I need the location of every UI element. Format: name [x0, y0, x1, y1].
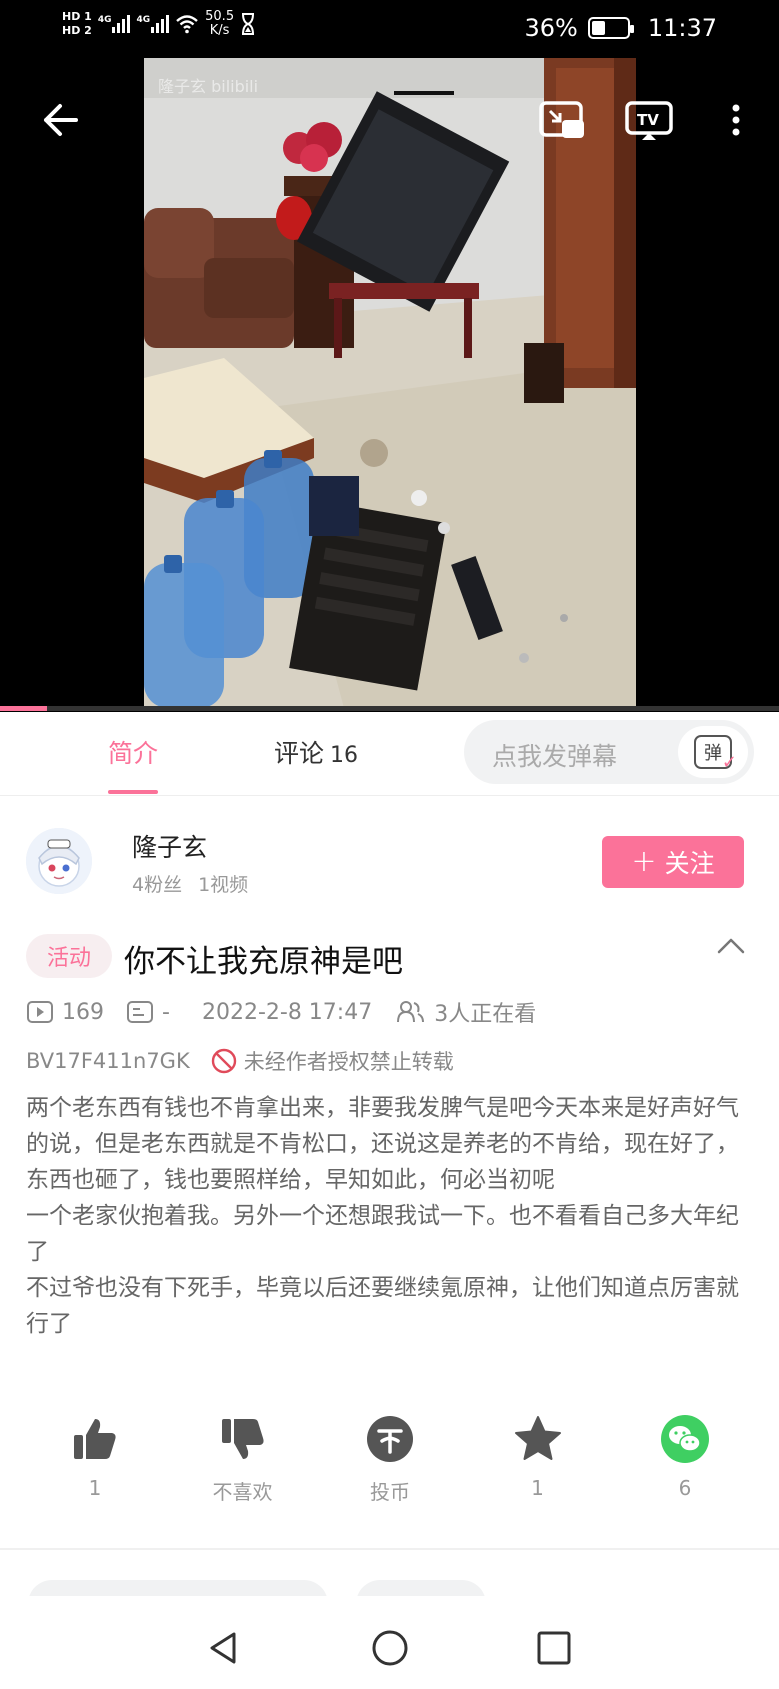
- danmaku-toggle-button[interactable]: 弹 ✓: [678, 726, 748, 778]
- nav-home-icon[interactable]: [370, 1628, 410, 1668]
- more-vertical-icon[interactable]: [718, 98, 754, 142]
- video-player[interactable]: HD 1 HD 2 4G 4G 50.5 K/s 36% 11:37 隆子玄 b…: [0, 0, 779, 712]
- uploader-fans: 4粉丝: [132, 874, 183, 896]
- sim1-hd-label: HD 1: [62, 10, 92, 23]
- copyright-text: 未经作者授权禁止转载: [243, 1050, 454, 1074]
- network-speed: 50.5 K/s: [205, 9, 235, 38]
- system-nav-bar: [0, 1606, 779, 1689]
- follow-button-label: 关注: [664, 849, 715, 878]
- watermark: 隆子玄 bilibili: [158, 77, 258, 96]
- signal-1-icon: 4G: [98, 15, 131, 33]
- signal-2-icon: 4G: [136, 15, 170, 33]
- star-icon: [514, 1416, 561, 1460]
- status-left: HD 1 HD 2 4G 4G 50.5 K/s: [62, 10, 256, 38]
- back-arrow-icon[interactable]: [38, 98, 82, 142]
- battery-percent: 36%: [524, 14, 578, 42]
- dislike-button[interactable]: 不喜欢: [188, 1412, 298, 1512]
- action-bar: 1 不喜欢 投币 1 6: [40, 1412, 740, 1512]
- favorite-count: 1: [531, 1476, 544, 1500]
- picture-in-picture-icon[interactable]: [538, 98, 586, 142]
- battery-icon: [587, 17, 634, 39]
- share-count: 6: [678, 1476, 692, 1500]
- plus-icon: +: [631, 844, 657, 879]
- video-description: 两个老东西有钱也不肯拿出来，非要我发脾气是吧今天本来是好声好气的说，但是老东西就…: [26, 1090, 760, 1342]
- wechat-icon: [661, 1415, 709, 1463]
- nav-back-icon[interactable]: [204, 1628, 244, 1668]
- chevron-up-icon[interactable]: [716, 934, 746, 958]
- follow-button[interactable]: + 关注: [602, 836, 744, 888]
- video-frame[interactable]: 隆子玄 bilibili: [144, 58, 636, 708]
- tv-cast-icon[interactable]: TV: [624, 98, 674, 142]
- sim2-hd-label: HD 2: [62, 24, 92, 37]
- uploader-stats: 4粉丝 1视频: [132, 870, 248, 897]
- tab-comments-label: 评论: [274, 739, 325, 768]
- clock: 11:37: [647, 14, 717, 42]
- favorite-button[interactable]: 1: [483, 1412, 593, 1512]
- divider: [0, 1548, 779, 1550]
- coin-icon: [367, 1416, 413, 1462]
- video-progress-bar[interactable]: [0, 706, 779, 711]
- thumbs-down-icon: [221, 1419, 264, 1459]
- status-right: 36% 11:37: [524, 14, 717, 42]
- hourglass-icon: [242, 13, 255, 35]
- prohibited-icon: [211, 1048, 236, 1074]
- bvid[interactable]: BV17F411n7GK: [26, 1049, 190, 1073]
- dislike-label: 不喜欢: [212, 1480, 273, 1504]
- video-still-image: 隆子玄 bilibili: [144, 58, 636, 708]
- description-paragraph-1: 两个老东西有钱也不肯拿出来，非要我发脾气是吧今天本来是好声好气的说，但是老东西就…: [26, 1095, 739, 1193]
- play-count-icon: [27, 1001, 53, 1023]
- danmaku-count-icon: [127, 1001, 153, 1023]
- publish-date: 2022-2-8 17:47: [201, 999, 373, 1025]
- like-button[interactable]: 1: [40, 1412, 150, 1512]
- coin-button[interactable]: 投币: [335, 1412, 445, 1512]
- video-title: 你不让我充原神是吧: [124, 944, 403, 980]
- activity-badge[interactable]: 活动: [26, 934, 112, 978]
- nav-recent-apps-icon[interactable]: [534, 1628, 574, 1668]
- svg-text:TV: TV: [637, 111, 659, 129]
- uploader-videos: 1视频: [198, 874, 249, 896]
- avatar[interactable]: [26, 828, 92, 894]
- like-count: 1: [88, 1476, 102, 1500]
- uploader-name[interactable]: 隆子玄: [132, 828, 207, 864]
- status-bar: HD 1 HD 2 4G 4G 50.5 K/s 36% 11:37: [0, 0, 779, 58]
- tab-comments[interactable]: 评论 16: [274, 734, 358, 770]
- tab-bar: 简介 评论 16 点我发弹幕 弹 ✓: [0, 712, 779, 796]
- video-id-row: BV17F411n7GK 未经作者授权禁止转载: [26, 1046, 454, 1076]
- danmaku-count: -: [162, 999, 170, 1025]
- watching-count: 3人正在看: [434, 1002, 537, 1027]
- uploader-card: 隆子玄 4粉丝 1视频 + 关注: [0, 812, 779, 912]
- tab-comments-count: 16: [330, 743, 359, 768]
- tab-intro[interactable]: 简介: [108, 734, 159, 794]
- video-meta-row: 169 - 2022-2-8 17:47 3人正在看: [26, 997, 536, 1027]
- danmaku-icon: 弹 ✓: [694, 735, 737, 773]
- danmaku-input-placeholder[interactable]: 点我发弹幕: [492, 737, 617, 773]
- thumbs-up-icon: [74, 1419, 116, 1459]
- description-paragraph-2: 一个老家伙抱着我。另外一个还想跟我试一下。也不看看自己多大年纪了: [26, 1203, 739, 1265]
- description-paragraph-3: 不过爷也没有下死手，毕竟以后还要继续氪原神，让他们知道点厉害就行了: [26, 1275, 739, 1337]
- avatar-image: [26, 828, 92, 894]
- share-button[interactable]: 6: [630, 1412, 740, 1512]
- coin-label: 投币: [370, 1480, 410, 1504]
- danmaku-input-box[interactable]: 点我发弹幕 弹 ✓: [464, 720, 754, 784]
- view-count: 169: [62, 999, 104, 1025]
- copyright-notice: 未经作者授权禁止转载: [210, 1046, 454, 1076]
- watching-people-icon: [397, 1001, 425, 1023]
- wifi-icon: [176, 15, 198, 34]
- video-progress-fill: [0, 706, 47, 711]
